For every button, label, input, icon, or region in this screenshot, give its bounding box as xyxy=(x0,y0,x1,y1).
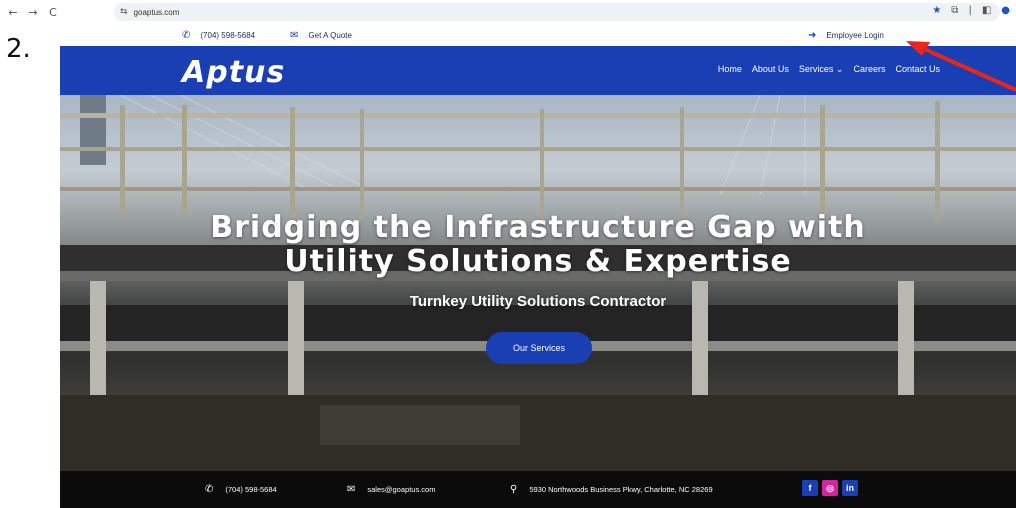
separator: | xyxy=(968,5,972,16)
footer-address[interactable]: ⚲ 5930 Northwoods Business Pkwy, Charlot… xyxy=(510,484,713,495)
bookmark-star-icon[interactable]: ★ xyxy=(932,5,941,16)
website: ✆ (704) 598-5684 ✉ Get A Quote ➜ Employe… xyxy=(60,27,1016,508)
our-services-button[interactable]: Our Services xyxy=(486,332,592,364)
top-contact-bar: ✆ (704) 598-5684 ✉ Get A Quote ➜ Employe… xyxy=(60,27,1016,45)
topbar-quote[interactable]: ✉ Get A Quote xyxy=(290,30,352,41)
url-text: goaptus.com xyxy=(133,7,180,17)
browser-actions: ★ ⧉ | ◧ ● xyxy=(932,5,1010,16)
footer-email-text: sales@goaptus.com xyxy=(367,485,436,494)
phone-icon: ✆ xyxy=(182,30,191,41)
location-pin-icon: ⚲ xyxy=(510,484,518,495)
nav-careers[interactable]: Careers xyxy=(853,64,885,75)
employee-login-text: Employee Login xyxy=(826,31,884,40)
contact-footer: ✆ (704) 598-5684 ✉ sales@goaptus.com ⚲ 5… xyxy=(60,471,1016,508)
phone-icon: ✆ xyxy=(205,484,214,495)
hero-subtitle: Turnkey Utility Solutions Contractor xyxy=(409,293,667,310)
topbar-phone[interactable]: ✆ (704) 598-5684 xyxy=(182,30,255,41)
side-panel-icon[interactable]: ◧ xyxy=(982,5,991,16)
login-icon: ➜ xyxy=(808,30,817,41)
facebook-icon[interactable]: f xyxy=(802,480,818,496)
screenshot: 2. ← → C ⇆ goaptus.com ★ ⧉ | ◧ ● ✆ (704)… xyxy=(0,0,1016,508)
hero-bridge-image xyxy=(60,95,1016,471)
instagram-icon[interactable]: ◎ xyxy=(822,480,838,496)
footer-address-text: 5930 Northwoods Business Pkwy, Charlotte… xyxy=(529,485,713,494)
address-bar[interactable]: ⇆ goaptus.com xyxy=(114,3,1000,21)
topbar-quote-text: Get A Quote xyxy=(308,31,352,40)
nav-services[interactable]: Services ⌄ xyxy=(799,64,844,75)
browser-toolbar: ← → C ⇆ goaptus.com ★ ⧉ | ◧ ● xyxy=(0,0,1016,24)
reload-icon[interactable]: C xyxy=(46,5,60,19)
site-header: Aptus Home About Us Services ⌄ Careers C… xyxy=(60,46,1016,95)
extensions-icon[interactable]: ⧉ xyxy=(951,5,958,16)
topbar-phone-text: (704) 598-5684 xyxy=(200,31,256,40)
nav-contact[interactable]: Contact Us xyxy=(895,64,940,75)
mail-icon: ✉ xyxy=(347,484,356,495)
aptus-logo[interactable]: Aptus xyxy=(182,55,285,90)
footer-phone[interactable]: ✆ (704) 598-5684 xyxy=(205,484,277,495)
forward-icon[interactable]: → xyxy=(26,5,40,19)
hero-title-line-2: Utility Solutions & Expertise xyxy=(284,244,792,279)
nav-home[interactable]: Home xyxy=(718,64,742,75)
step-number: 2. xyxy=(6,34,31,64)
linkedin-icon[interactable]: in xyxy=(842,480,858,496)
footer-email[interactable]: ✉ sales@goaptus.com xyxy=(347,484,435,495)
back-icon[interactable]: ← xyxy=(6,5,20,19)
hero-title-line-1: Bridging the Infrastructure Gap with xyxy=(210,210,866,245)
hero-section: Bridging the Infrastructure Gap with Uti… xyxy=(60,95,1016,471)
profile-icon[interactable]: ● xyxy=(1001,5,1010,16)
footer-phone-text: (704) 598-5684 xyxy=(225,485,277,494)
employee-login-link[interactable]: ➜ Employee Login xyxy=(808,30,884,41)
nav-about[interactable]: About Us xyxy=(752,64,789,75)
main-nav: Home About Us Services ⌄ Careers Contact… xyxy=(718,64,940,75)
mail-icon: ✉ xyxy=(290,30,299,41)
site-info-icon[interactable]: ⇆ xyxy=(120,7,128,17)
hero-title: Bridging the Infrastructure Gap with Uti… xyxy=(60,211,1016,279)
